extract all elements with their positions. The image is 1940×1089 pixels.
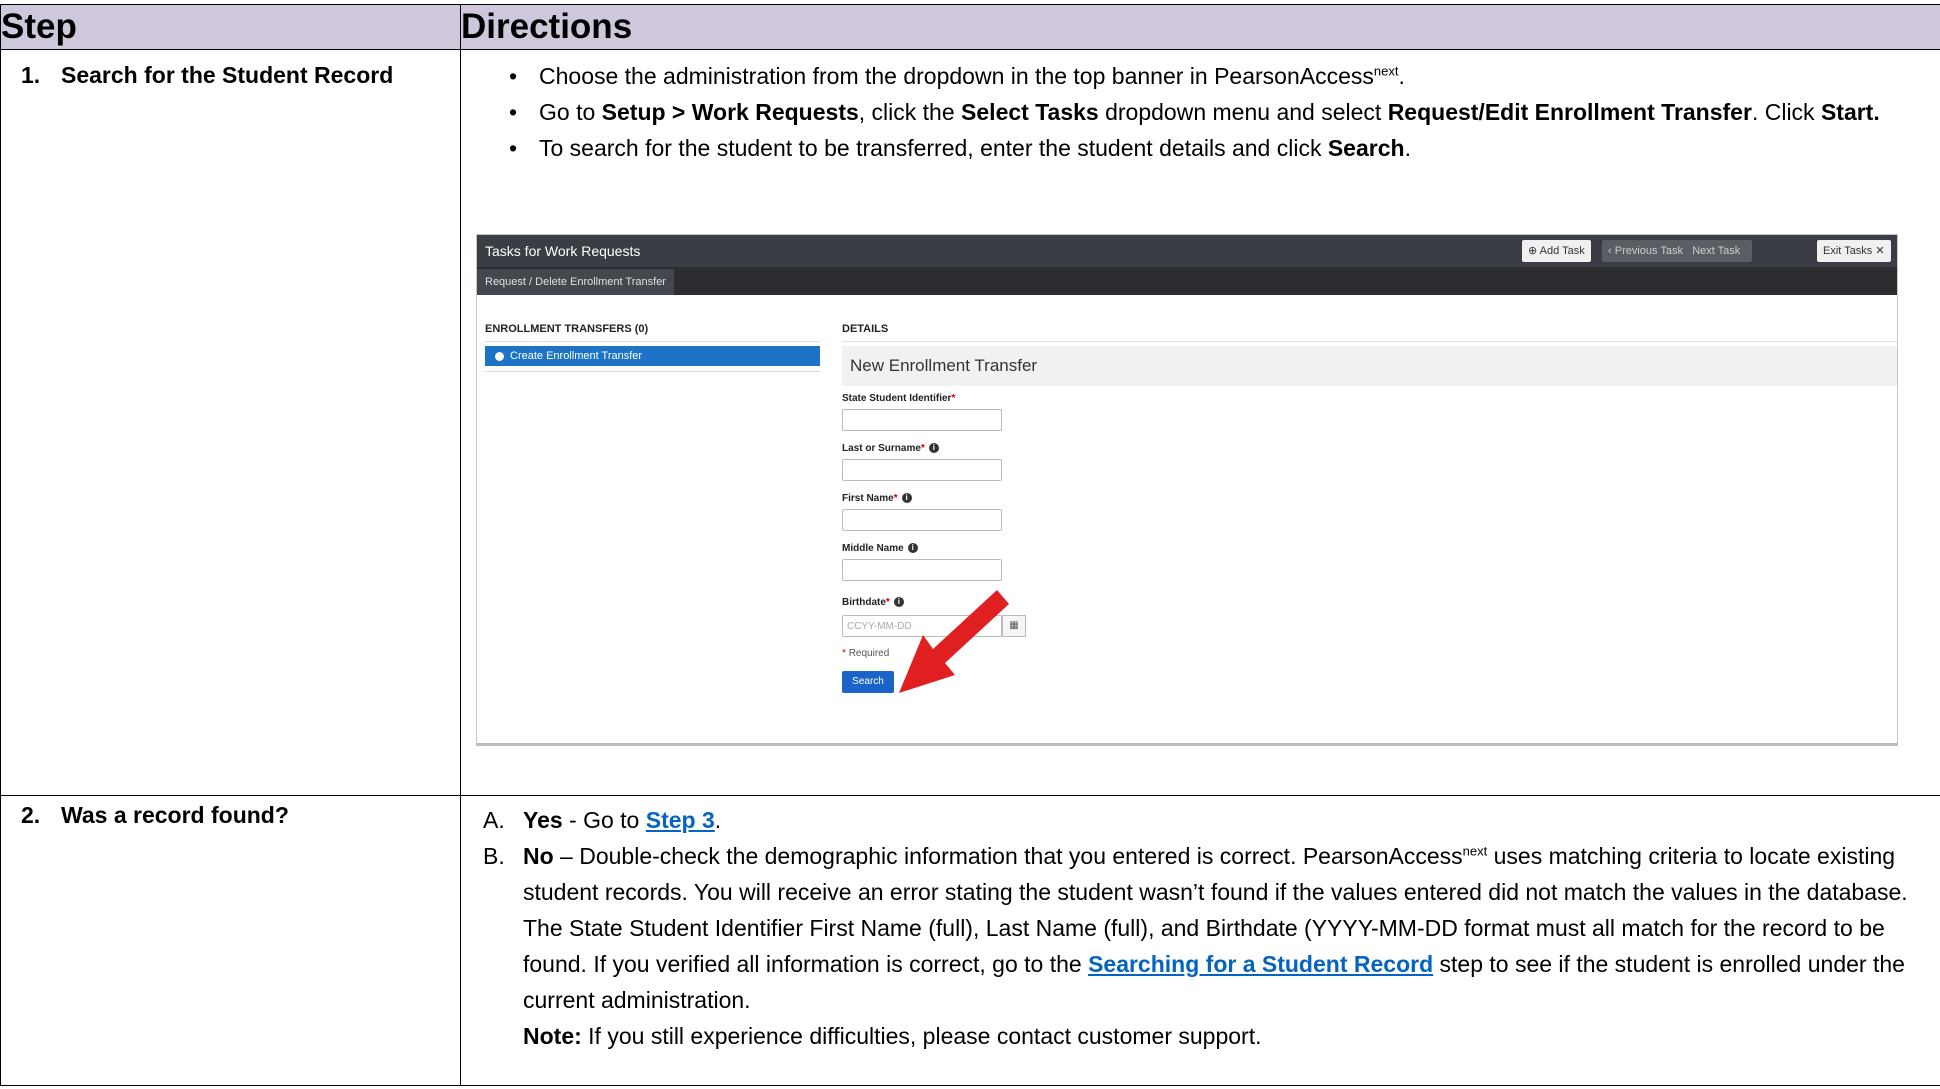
step-label-1: Search for the Student Record <box>61 62 394 88</box>
step-cell-2: 2. Was a record found? <box>0 795 461 1086</box>
step-label-2: Was a record found? <box>61 802 289 828</box>
answer-no: B. No – Double-check the demographic info… <box>483 843 1908 1013</box>
answer-yes: A. Yes - Go to Step 3. <box>483 807 722 833</box>
step-3-link[interactable]: Step 3 <box>646 807 715 833</box>
bullet-item: Choose the administration from the dropd… <box>509 58 1930 94</box>
answer-list: A. Yes - Go to Step 3. B. No – Double-chec… <box>461 796 1940 1018</box>
embedded-screenshot: Tasks for Work Requests ⊕ Add Task ‹ Pre… <box>476 234 1898 746</box>
directions-cell-2: A. Yes - Go to Step 3. B. No – Double-chec… <box>460 795 1940 1086</box>
step-number-2: 2. <box>21 802 41 828</box>
red-arrow-icon <box>899 590 1009 693</box>
bullet-item: To search for the student to be transfer… <box>509 130 1930 166</box>
step-number-1: 1. <box>21 62 41 88</box>
note-text: Note: If you still experience difficulti… <box>523 1023 1262 1049</box>
bullet-item: Go to Setup > Work Requests, click the S… <box>509 94 1930 130</box>
searching-student-record-link[interactable]: Searching for a Student Record <box>1088 951 1433 977</box>
step-cell-1: 1. Search for the Student Record <box>0 49 461 796</box>
header-step: Step <box>0 4 461 50</box>
bullet-list: Choose the administration from the dropd… <box>461 50 1940 166</box>
header-directions: Directions <box>460 4 1940 50</box>
